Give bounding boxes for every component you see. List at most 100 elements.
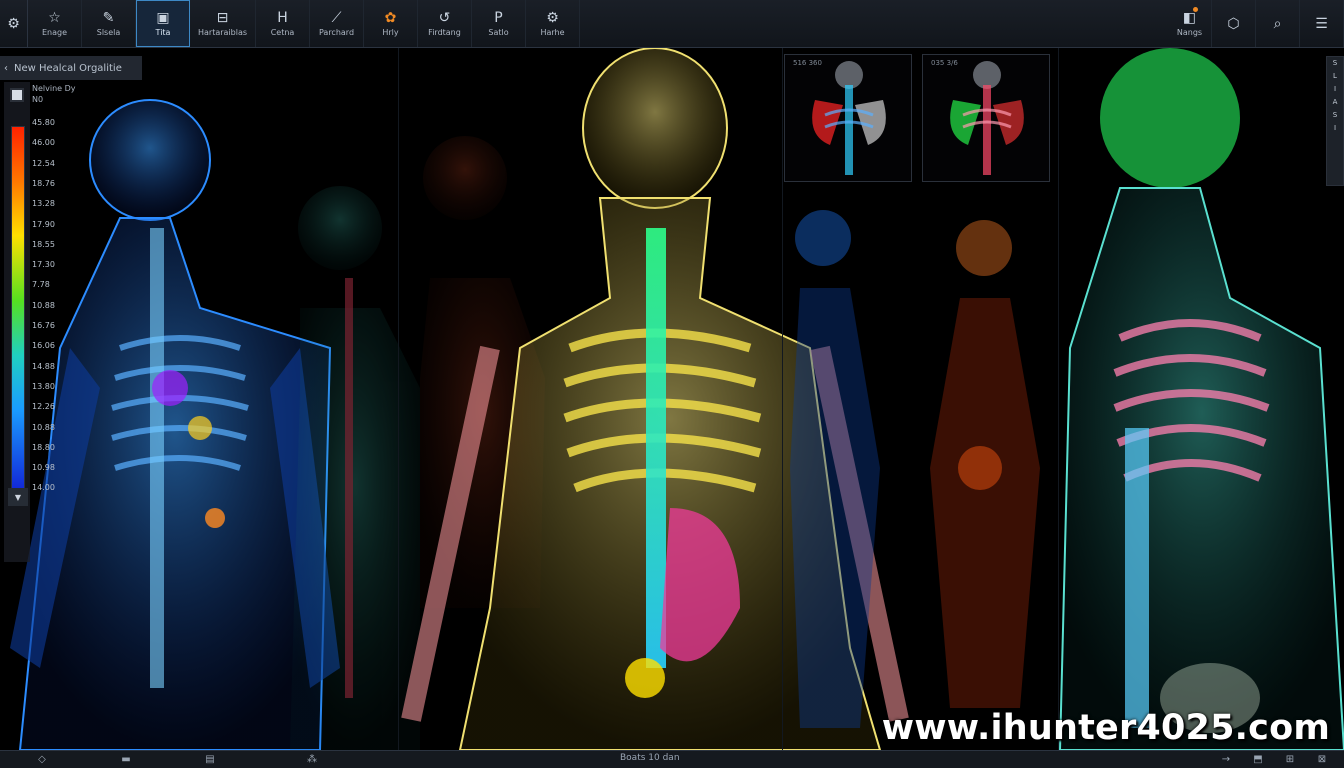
gear-icon: ⚙ [7,15,20,32]
scale-title: Nelvine Dy N0 [32,84,76,104]
lung-subview-2[interactable]: 035 3/6 [922,54,1050,182]
settings-icon: ⚙ [546,9,559,26]
colorbar-tick-label: 14.88 [32,361,55,371]
toolbar-button-cetna[interactable]: H Cetna [256,0,310,47]
colorbar-tick-label: 18.55 [32,239,55,249]
rotate-icon: ↺ [438,9,451,26]
toolbar-button-hrly[interactable]: ✿ Hrly [364,0,418,47]
colorbar-tick-label: 17.30 [32,260,55,270]
figure-small-red [930,220,1040,708]
medical-imaging-app: ⚙ ☆ Enage ✎ Slsela ▣ Tita ⊟ Hartaraiblas H Cetna ⟋… [0,0,1344,768]
colorbar-tick-label: 12.26 [32,402,55,412]
colorbar-tick-label: 12.54 [32,158,55,168]
toolbar-buttons: ☆ Enage ✎ Slsela ▣ Tita ⊟ Hartaraiblas H Cetna ⟋ Pa… [28,0,580,47]
toolbar-button-harhe[interactable]: ⚙ Harhe [526,0,580,47]
notification-icon: ◧ [1182,9,1197,26]
bottom-tool-icon[interactable]: ▬ [84,754,168,765]
hexagon-button[interactable]: ⬡ [1212,0,1256,47]
notification-badge [1193,7,1198,12]
colorbar-tick-label: 45.80 [32,118,55,127]
hexagon-icon: ⬡ [1227,15,1240,32]
toolbar-button-firdtang[interactable]: ↺ Firdtang [418,0,472,47]
star-icon: ☆ [48,9,61,26]
scale-settings-icon[interactable] [10,88,24,102]
bottom-tool-icon[interactable]: ⁂ [252,754,372,765]
panel-header[interactable]: ‹ New Healcal Orgalitie [0,56,142,80]
bottom-action-icon[interactable]: → [1212,754,1240,765]
strip-label: A [1332,98,1338,106]
lung-subview-1[interactable]: 516 360 [784,54,912,182]
viewport-divider [782,48,783,750]
watermark: www.ihunter4025.com [881,708,1330,748]
colorbar-tick-label: 7.78 [32,280,50,290]
search-button[interactable]: ⌕ [1256,0,1300,47]
toolbar-button-hartaraiblas[interactable]: ⊟ Hartaraiblas [190,0,256,47]
colorbar-tick-label: 18.76 [32,178,55,188]
figure-teal-right [1058,48,1344,750]
top-toolbar: ⚙ ☆ Enage ✎ Slsela ▣ Tita ⊟ Hartaraiblas H Cetna ⟋… [0,0,1344,48]
right-side-strip[interactable]: SLIASI [1326,56,1344,186]
strip-label: S [1332,59,1338,67]
colorbar [11,126,25,490]
toolbar-button-slsela[interactable]: ✎ Slsela [82,0,136,47]
flower-icon: ✿ [384,9,397,26]
viewport-divider [398,48,399,750]
3d-viewport[interactable]: ‹ New Healcal Orgalitie Nelvine Dy N0 45… [0,48,1344,750]
bottom-action-icon[interactable]: ⬒ [1244,754,1272,765]
anatomy-render [10,48,1344,750]
strip-label: L [1333,72,1337,80]
bottom-left-icons: ◇ ▬ ▤ ⁂ [0,754,372,765]
pencil-icon: ✎ [102,9,115,26]
menu-icon: ☰ [1315,15,1328,32]
viewport-divider [1058,48,1059,750]
bottom-action-icon[interactable]: ⊠ [1308,754,1336,765]
toolbar-button-label: Nangs [1176,27,1203,37]
search-icon: ⌕ [1273,15,1282,32]
edit-frame-icon: ▣ [156,9,170,26]
panel-title: New Healcal Orgalitie [14,62,122,74]
layers-icon: ⊟ [216,9,229,26]
back-icon[interactable]: ‹ [4,63,8,74]
toolbar-button-label: Firdtang [428,27,461,37]
bottom-tool-icon[interactable]: ▤ [168,754,252,765]
toolbar-button-label: Satlo [488,27,509,37]
toolbar-button-label: Parchard [318,27,355,37]
app-menu-button[interactable]: ⚙ [0,0,28,47]
colorbar-tick-label: 46.00 [32,138,55,148]
toolbar-button-label: Enage [41,27,68,37]
toolbar-button-label: Cetna [270,27,295,37]
colorbar-tick-label: 18.80 [32,442,55,452]
figure-small-blue [790,210,880,728]
bottom-status-bar: ◇ ▬ ▤ ⁂ Boats 10 dan → ⬒ ⊞ ⊠ [0,750,1344,768]
toolbar-button-label: Tita [155,27,171,37]
toolbar-button-parchard[interactable]: ⟋ Parchard [310,0,364,47]
status-text: Boats 10 dan [620,753,680,763]
p-tool-icon: P [494,9,503,26]
toolbar-button-enage[interactable]: ☆ Enage [28,0,82,47]
strip-label: S [1332,111,1338,119]
colorbar-tick-label: 17.90 [32,219,55,229]
bottom-action-icon[interactable]: ⊞ [1276,754,1304,765]
scale-dropdown-button[interactable]: ▼ [8,488,28,506]
toolbar-button-satlo[interactable]: P Satlo [472,0,526,47]
colorbar-tick-label: 14.00 [32,483,55,493]
colorbar-tick-label: 10.88 [32,300,55,310]
lung-thumbnail [812,61,886,175]
bottom-right-icons: → ⬒ ⊞ ⊠ [1212,754,1344,765]
strip-label: I [1333,85,1337,93]
strip-label: I [1333,124,1337,132]
lung-thumbnail [950,61,1024,175]
bottom-tool-icon[interactable]: ◇ [0,754,84,765]
colorbar-tick-label: 16.06 [32,341,55,351]
menu-button[interactable]: ☰ [1300,0,1344,47]
toolbar-button-label: Slsela [96,27,121,37]
toolbar-right: ◧ Nangs ⬡ ⌕ ☰ [1168,0,1344,47]
colorbar-tick-label: 16.76 [32,321,55,330]
toolbar-button-tita[interactable]: ▣ Tita [136,0,190,47]
notification-button[interactable]: ◧ Nangs [1168,0,1212,47]
toolbar-button-label: Hartaraiblas [197,27,248,37]
h-tool-icon: H [277,9,288,26]
colorbar-tick-label: 10.88 [32,422,55,432]
colorbar-tick-label: 13.28 [32,199,55,209]
colorbar-tick-label: 13.80 [32,381,55,391]
